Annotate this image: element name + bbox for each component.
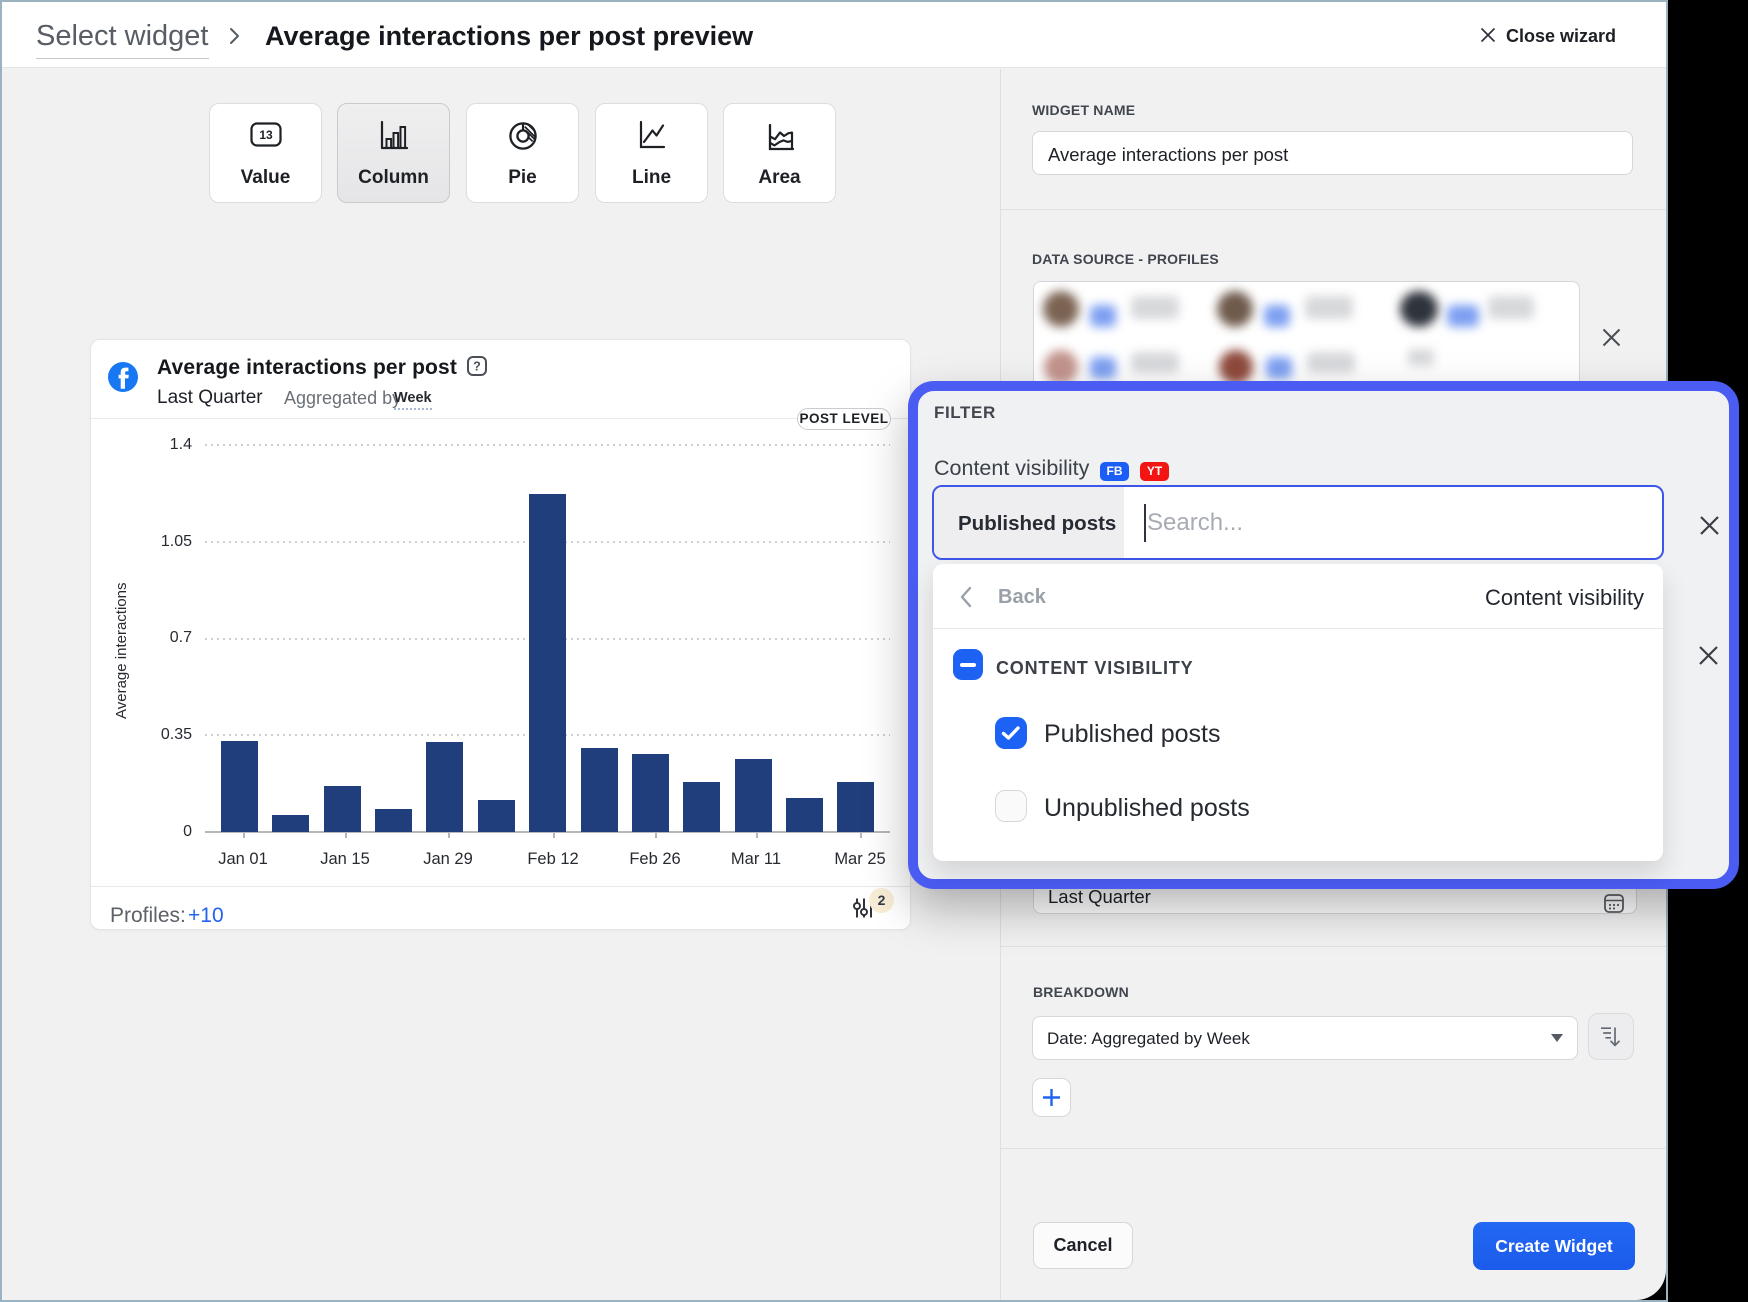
svg-text:?: ? [473,360,481,374]
svg-text:13: 13 [259,128,273,142]
